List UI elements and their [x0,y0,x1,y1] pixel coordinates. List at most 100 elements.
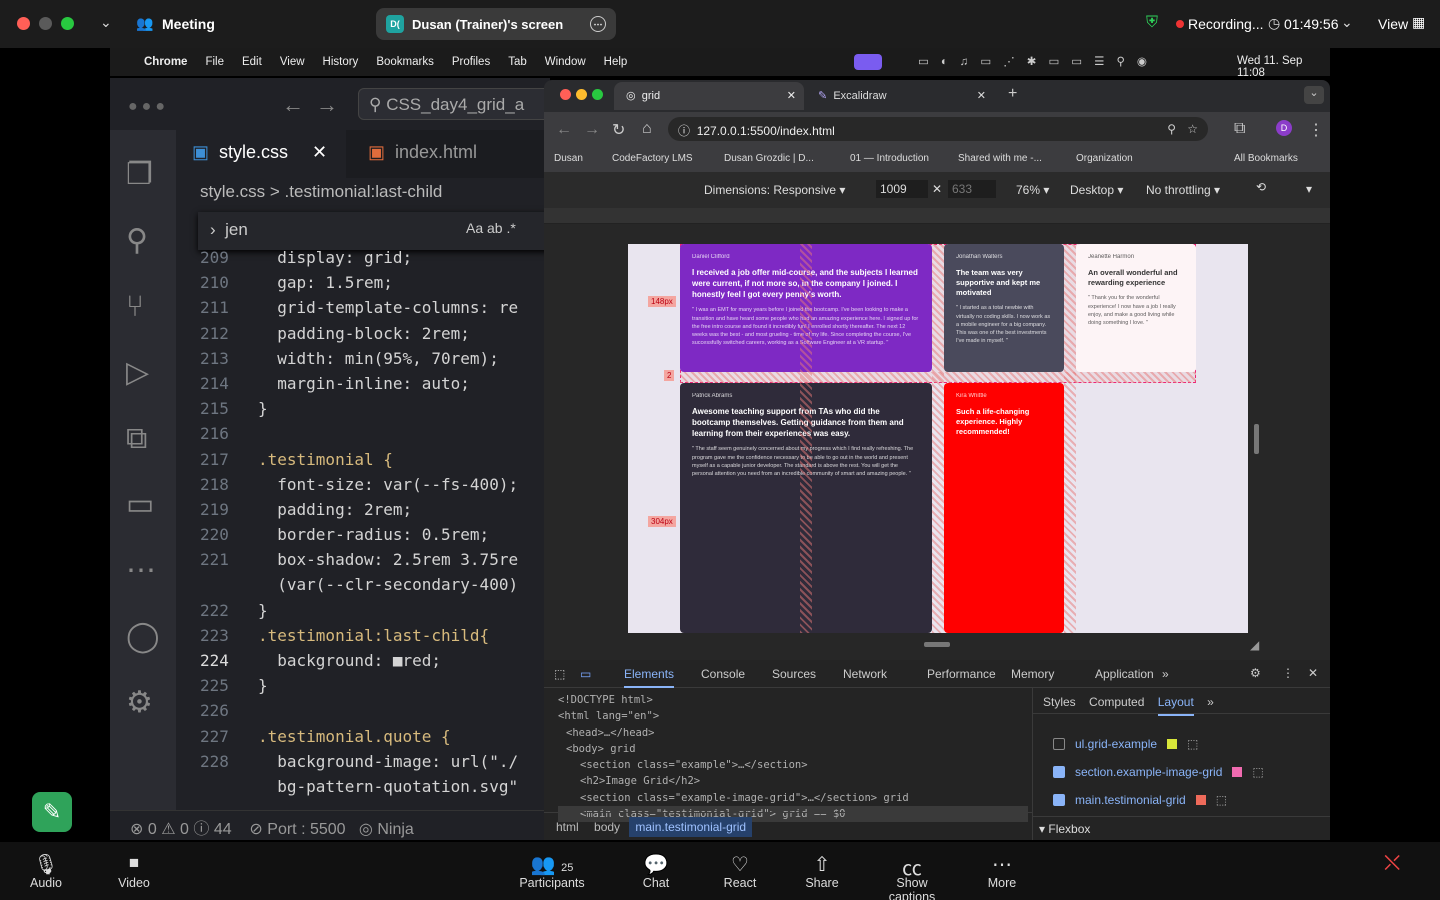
code-line[interactable]: 222} [200,598,550,623]
highlight-icon[interactable]: ⬚ [1187,737,1198,751]
code-line[interactable]: 213 width: min(95%, 70rem); [200,346,550,371]
device-mode-dropdown[interactable]: Desktop ▾ [1070,183,1123,197]
tab-computed[interactable]: Computed [1089,695,1144,709]
source-control-icon[interactable]: ⑂ [126,274,160,340]
info-count[interactable]: 44 [214,821,232,838]
recording-label[interactable]: Recording... [1188,16,1263,32]
color-swatch[interactable] [1167,739,1178,749]
code-line[interactable]: 224 background: ■red; [200,648,550,673]
close-icon[interactable]: ✕ [1308,666,1318,680]
tab-excalidraw[interactable]: ✎ Excalidraw ✕ [814,82,994,110]
close-window-button[interactable] [560,89,571,100]
device-toggle-icon[interactable]: ▭ [580,667,591,681]
code-line[interactable]: 220 border-radius: 0.5rem; [200,522,550,547]
throttling-dropdown[interactable]: No throttling ▾ [1146,183,1220,197]
rendered-page[interactable]: Daniel Clifford I received a job offer mi… [628,244,1248,633]
screen-share-status-icon[interactable] [854,54,882,70]
more-icon[interactable]: ⋯ [126,538,160,604]
tab-layout[interactable]: Layout [1157,695,1194,716]
menu-app-name[interactable]: Chrome [144,56,187,68]
code-line[interactable]: 227 .testimonial.quote { [200,724,550,749]
shared-screen-badge[interactable]: D( Dusan (Trainer)'s screen ⋯ [376,8,616,40]
annotate-pen-icon[interactable]: ✎ [32,792,72,832]
explorer-icon[interactable]: ❐ [126,142,160,208]
dom-node[interactable]: <section class="example">…</section> [558,757,1028,773]
zoom-dropdown[interactable]: 76% ▾ [1016,183,1049,197]
code-line[interactable]: 226 [200,698,550,723]
code-line[interactable]: 225} [200,673,550,698]
code-line[interactable]: 216 [200,421,550,446]
code-editor[interactable]: 209 display: grid; 210 gap: 1.5rem; 211 gr… [200,245,550,815]
zoom-window-button[interactable] [592,89,603,100]
minimize-window-button[interactable] [39,17,52,30]
back-icon[interactable]: ← [282,92,304,118]
checkbox[interactable] [1053,738,1065,750]
chevron-down-icon[interactable]: ⌄ [100,14,112,31]
kebab-menu-icon[interactable]: ⋮ [1282,666,1294,680]
live-server-port[interactable]: Port : 5500 [267,821,345,838]
menu-file[interactable]: File [205,56,224,68]
back-icon[interactable]: ← [556,121,572,139]
chevron-down-icon[interactable]: ⌄ [1341,14,1353,31]
menu-profiles[interactable]: Profiles [452,56,490,68]
media-query-bar[interactable] [544,208,1330,224]
dom-node[interactable]: <html lang="en"> [558,708,1028,724]
code-line[interactable]: 219 padding: 2rem; [200,497,550,522]
reload-icon[interactable]: ↻ [612,120,625,140]
devtools-tab[interactable]: Elements [624,667,675,688]
tab-styles[interactable]: Styles [1043,695,1076,709]
close-icon[interactable]: ✕ [977,89,986,102]
color-swatch[interactable] [1232,767,1243,777]
address-bar[interactable]: ⓘ 127.0.0.1:5500/index.html ⚲ ☆ [668,117,1208,141]
resize-handle-bottom[interactable] [924,642,950,647]
devtools-tab[interactable]: Memory [1011,667,1054,681]
minimize-window-button[interactable] [576,89,587,100]
bookmark-item[interactable]: Organization [1076,153,1133,164]
code-line[interactable]: 221 box-shadow: 2.5rem 3.75re [200,547,550,572]
forward-icon[interactable]: → [316,92,338,118]
forward-icon[interactable]: → [584,121,600,139]
dom-node[interactable]: <section class="example-image-grid">…</s… [558,790,1028,806]
code-line[interactable]: 212 padding-block: 2rem; [200,321,550,346]
code-line[interactable]: 217 .testimonial { [200,447,550,472]
gear-icon[interactable]: ⚙ [126,670,160,736]
bookmark-item[interactable]: Dusan Grozdic | D... [724,153,814,164]
hide-self-view-icon[interactable]: ⛌ [1384,850,1400,876]
tab-index-html[interactable]: ▣ index.html [356,130,550,178]
height-input[interactable]: 633 [948,180,996,198]
more-options-icon[interactable]: ▾ [1306,182,1312,196]
width-input[interactable]: 1009 [876,180,928,198]
menu-help[interactable]: Help [604,56,628,68]
devtools-tab[interactable]: Performance [927,667,996,681]
menu-tab[interactable]: Tab [508,56,527,68]
devtools-tab[interactable]: Network [843,667,887,681]
new-tab-button[interactable]: + [1008,85,1017,103]
more-options-icon[interactable]: ⋯ [590,16,606,32]
extensions-icon[interactable]: ⧉ [1234,120,1245,138]
account-icon[interactable]: ◯ [126,604,160,670]
bookmark-item[interactable]: 01 — Introduction [850,153,929,164]
chat-button[interactable]: 💬 Chat [616,852,696,890]
code-line[interactable]: 211 grid-template-columns: re [200,295,550,320]
grid-overlay-item[interactable]: section.example-image-grid ⬚ [1053,758,1310,786]
react-button[interactable]: ♡ React [700,852,780,890]
code-line[interactable]: bg-pattern-quotation.svg" [200,774,550,799]
profile-avatar[interactable]: D [1276,120,1292,136]
highlight-icon[interactable]: ⬚ [1216,793,1227,807]
chevron-right-icon[interactable]: › [210,220,216,239]
close-icon[interactable]: ✕ [312,142,327,162]
rotate-icon[interactable]: ⟲ [1256,180,1266,194]
devtools-tab[interactable]: Sources [772,667,816,681]
code-line[interactable]: 218 font-size: var(--fs-400); [200,472,550,497]
kebab-menu-icon[interactable]: ⋮ [1308,120,1324,140]
menu-history[interactable]: History [323,56,359,68]
ninja-status[interactable]: Ninja [377,821,413,838]
bookmark-item[interactable]: All Bookmarks [1234,153,1298,164]
activity-icons[interactable]: ❐ ⚲ ⑂ ▷ ⧉ ▭ ⋯ ◯ ⚙ [126,142,160,736]
breadcrumb-main[interactable]: main.testimonial-grid [629,817,753,837]
highlight-icon[interactable]: ⬚ [1252,765,1263,779]
match-options-icons[interactable]: Aa ab .* [466,220,516,236]
menu-bookmarks[interactable]: Bookmarks [376,56,434,68]
breadcrumb-body[interactable]: body [588,820,626,834]
star-icon[interactable]: ☆ [1187,122,1198,136]
